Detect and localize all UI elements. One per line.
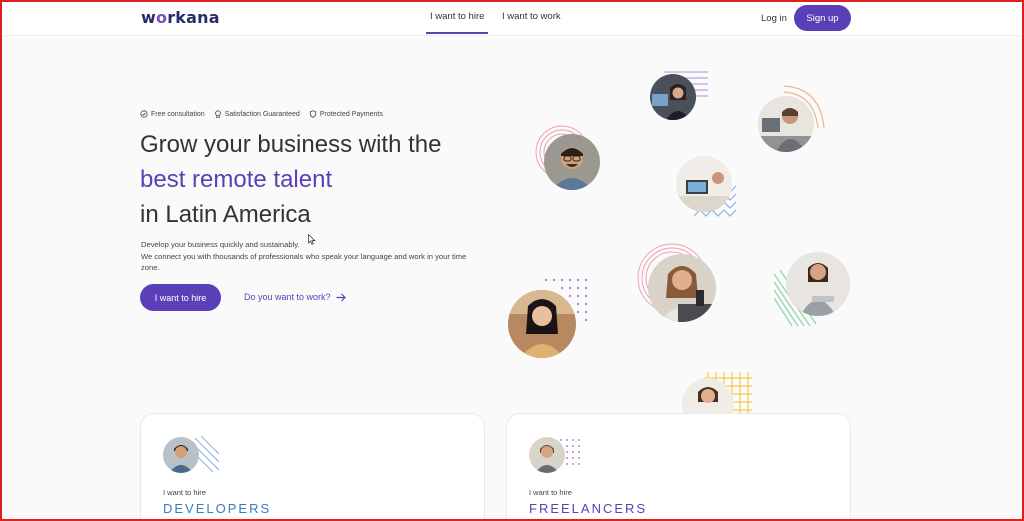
- talent-photo: [648, 254, 716, 322]
- badge-consultation: Free consultation: [140, 110, 205, 118]
- talent-photo: [650, 74, 696, 120]
- talent-photo: [758, 96, 814, 152]
- hero-title-line2: best remote talent: [140, 166, 333, 193]
- badge-label: Free consultation: [151, 110, 205, 118]
- card-category: FREELANCERS: [529, 501, 648, 516]
- check-circle-icon: [140, 110, 148, 118]
- card-kicker: I want to hire: [529, 488, 572, 497]
- talent-photo: [786, 252, 850, 316]
- card-freelancers[interactable]: I want to hire FREELANCERS: [506, 413, 851, 519]
- top-nav: workana I want to hire I want to work Lo…: [2, 2, 1022, 36]
- badge-label: Satisfaction Guaranteed: [224, 110, 300, 118]
- login-link[interactable]: Log in: [761, 13, 787, 24]
- workana-logo[interactable]: workana: [141, 8, 220, 27]
- tab-hire[interactable]: I want to hire: [425, 11, 489, 34]
- card-kicker: I want to hire: [163, 488, 206, 497]
- hire-button[interactable]: I want to hire: [140, 284, 221, 311]
- page: workana I want to hire I want to work Lo…: [2, 2, 1022, 519]
- talent-photo: [508, 290, 576, 358]
- medal-icon: [214, 110, 221, 118]
- card-category: DEVELOPERS: [163, 501, 272, 516]
- developer-avatar: [163, 437, 199, 473]
- arrow-right-icon: [336, 293, 346, 301]
- shield-icon: [309, 110, 317, 118]
- card-developers[interactable]: I want to hire DEVELOPERS: [140, 413, 485, 519]
- badge-payments: Protected Payments: [309, 110, 383, 118]
- signup-button[interactable]: Sign up: [794, 5, 851, 31]
- trust-badges: Free consultation Satisfaction Guarantee…: [140, 110, 383, 118]
- desc-line2: We connect you with thousands of profess…: [141, 251, 467, 273]
- badge-label: Protected Payments: [319, 110, 383, 118]
- talent-photo: [676, 156, 732, 212]
- hero-title-line3: in Latin America: [140, 201, 311, 228]
- tab-work[interactable]: I want to work: [502, 11, 561, 22]
- work-link-label: Do you want to work?: [244, 292, 331, 302]
- hero-title-line1: Grow your business with the: [140, 131, 442, 158]
- freelancer-avatar: [529, 437, 565, 473]
- work-link[interactable]: Do you want to work?: [244, 292, 346, 302]
- badge-satisfaction: Satisfaction Guaranteed: [214, 110, 300, 118]
- mouse-cursor-icon: [308, 234, 316, 245]
- talent-photo: [544, 134, 600, 190]
